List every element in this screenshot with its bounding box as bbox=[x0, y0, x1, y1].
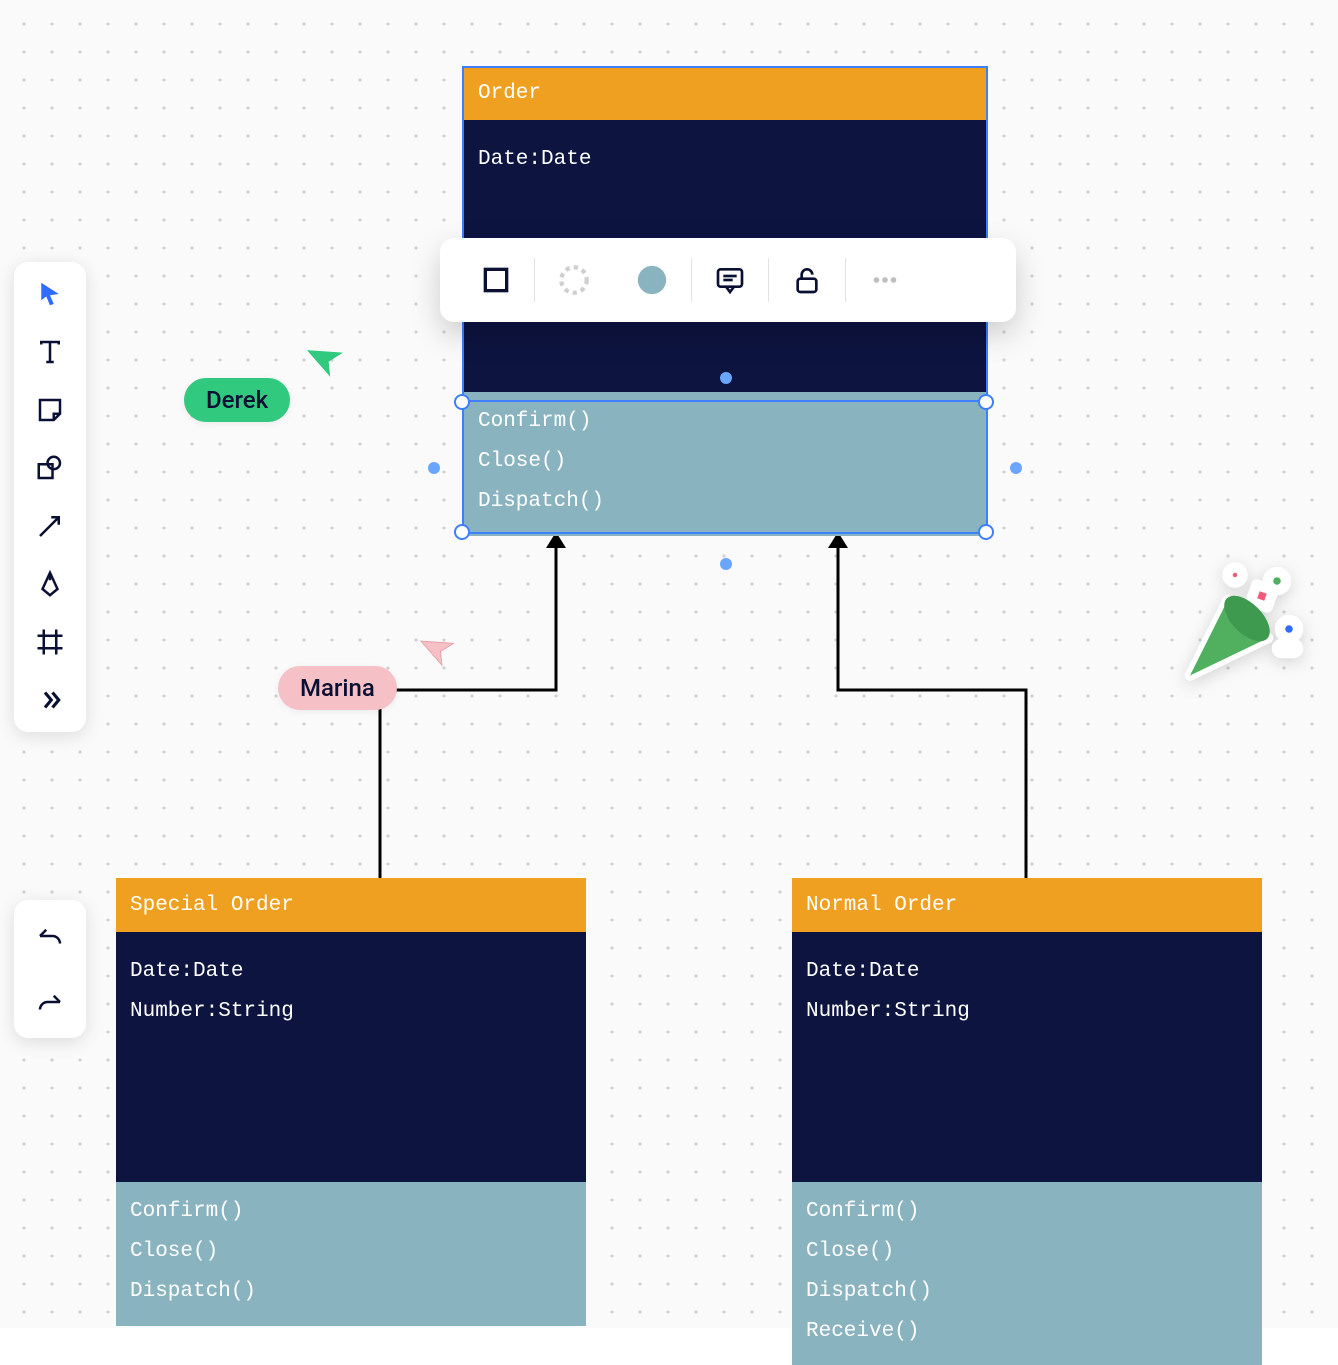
method-row: Close() bbox=[130, 1232, 572, 1272]
method-row: Confirm() bbox=[130, 1192, 572, 1232]
pen-tool[interactable] bbox=[32, 566, 68, 602]
more-tools[interactable] bbox=[32, 682, 68, 718]
party-popper-sticker[interactable] bbox=[1160, 548, 1310, 698]
selection-midpoint[interactable] bbox=[720, 558, 732, 570]
fill-none-button[interactable] bbox=[535, 252, 613, 308]
cursor-icon bbox=[420, 630, 460, 670]
method-row: Dispatch() bbox=[130, 1272, 572, 1312]
class-attrs: Date:Date Number:String bbox=[792, 932, 1262, 1182]
selection-handle[interactable] bbox=[978, 524, 994, 540]
selection-handle[interactable] bbox=[978, 394, 994, 410]
stroke-style-button[interactable] bbox=[458, 252, 534, 308]
sticky-note-tool[interactable] bbox=[32, 392, 68, 428]
selection-midpoint[interactable] bbox=[428, 462, 440, 474]
undo-button[interactable] bbox=[32, 918, 68, 954]
class-methods: Confirm() Close() Dispatch() bbox=[464, 392, 986, 536]
method-row: Close() bbox=[806, 1232, 1248, 1272]
method-row: Dispatch() bbox=[478, 482, 972, 522]
toolbar-secondary bbox=[14, 900, 86, 1038]
context-toolbar bbox=[440, 238, 1016, 322]
comment-button[interactable] bbox=[692, 252, 768, 308]
collaborator-name: Marina bbox=[300, 674, 375, 702]
selection-handle[interactable] bbox=[454, 394, 470, 410]
class-title: Order bbox=[464, 66, 986, 120]
canvas[interactable]: Order Date:Date Confirm() Close() Dispat… bbox=[0, 0, 1338, 1328]
selection-midpoint[interactable] bbox=[720, 372, 732, 384]
shape-tool[interactable] bbox=[32, 450, 68, 486]
fill-color-button[interactable] bbox=[613, 252, 691, 308]
attr-row: Date:Date bbox=[478, 140, 972, 180]
method-row: Confirm() bbox=[478, 402, 972, 442]
attr-row: Date:Date bbox=[806, 952, 1248, 992]
collaborator-cursor-marina: Marina bbox=[278, 666, 397, 710]
class-attrs: Date:Date Number:String bbox=[116, 932, 586, 1182]
class-methods: Confirm() Close() Dispatch() bbox=[116, 1182, 586, 1326]
class-title: Special Order bbox=[116, 878, 586, 932]
cursor-icon bbox=[306, 338, 350, 382]
method-row: Receive() bbox=[806, 1312, 1248, 1352]
method-row: Confirm() bbox=[806, 1192, 1248, 1232]
arrow-tool[interactable] bbox=[32, 508, 68, 544]
select-tool[interactable] bbox=[32, 276, 68, 312]
attr-row: Date:Date bbox=[130, 952, 572, 992]
toolbar-primary bbox=[14, 262, 86, 732]
selection-handle[interactable] bbox=[454, 524, 470, 540]
redo-button[interactable] bbox=[32, 984, 68, 1020]
unlock-button[interactable] bbox=[769, 252, 845, 308]
selection-midpoint[interactable] bbox=[1010, 462, 1022, 474]
collaborator-cursor-derek: Derek bbox=[184, 378, 290, 422]
collaborator-name: Derek bbox=[206, 386, 268, 414]
frame-tool[interactable] bbox=[32, 624, 68, 660]
class-box-normal[interactable]: Normal Order Date:Date Number:String Con… bbox=[792, 878, 1262, 1365]
attr-row: Number:String bbox=[806, 992, 1248, 1032]
attr-row: Number:String bbox=[130, 992, 572, 1032]
more-button[interactable] bbox=[846, 252, 924, 308]
method-row: Dispatch() bbox=[806, 1272, 1248, 1312]
class-box-special[interactable]: Special Order Date:Date Number:String Co… bbox=[116, 878, 586, 1326]
method-row: Close() bbox=[478, 442, 972, 482]
class-methods: Confirm() Close() Dispatch() Receive() bbox=[792, 1182, 1262, 1365]
class-title: Normal Order bbox=[792, 878, 1262, 932]
text-tool[interactable] bbox=[32, 334, 68, 370]
